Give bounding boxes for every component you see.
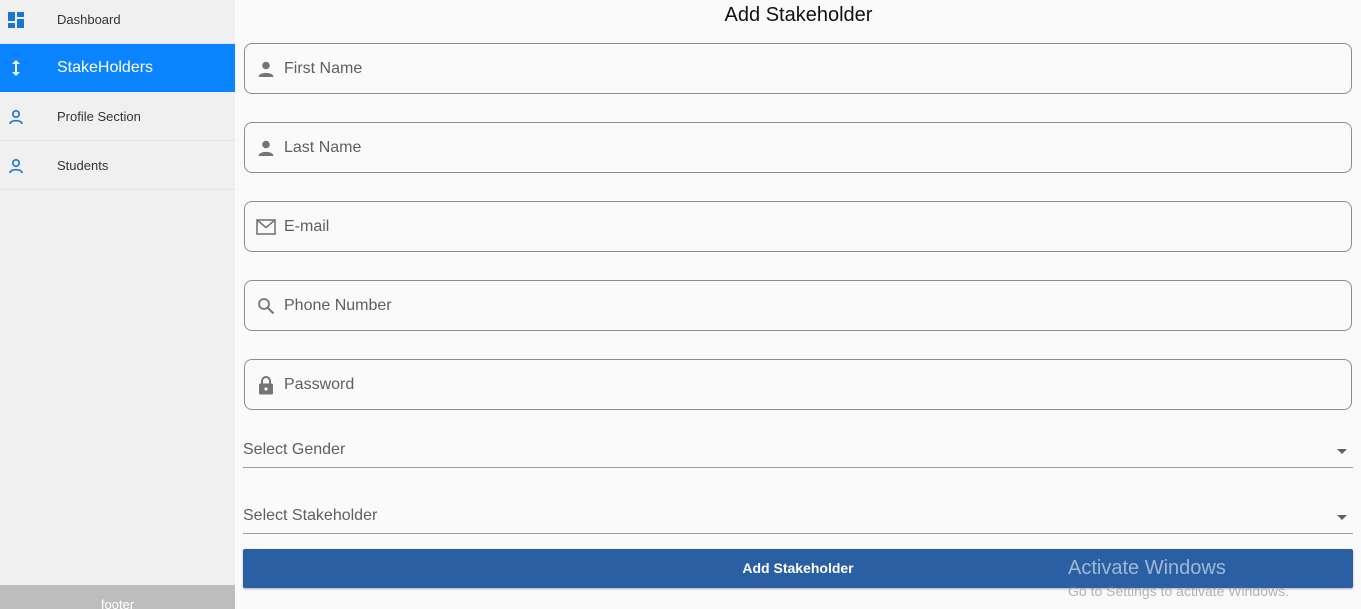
sidebar: Dashboard StakeHolders Profile Section S… bbox=[0, 0, 235, 609]
lock-icon bbox=[255, 374, 277, 396]
person-outline-icon bbox=[8, 154, 24, 178]
password-placeholder: Password bbox=[284, 376, 355, 393]
sidebar-item-label: StakeHolders bbox=[57, 59, 154, 76]
dashboard-icon bbox=[8, 8, 24, 32]
first-name-field[interactable]: First Name bbox=[244, 43, 1352, 94]
sidebar-item-students[interactable]: Students bbox=[0, 142, 235, 190]
sidebar-item-profile-section[interactable]: Profile Section bbox=[0, 93, 235, 141]
last-name-field[interactable]: Last Name bbox=[244, 122, 1352, 173]
phone-number-field[interactable]: Phone Number bbox=[244, 280, 1352, 331]
email-placeholder: E-mail bbox=[284, 218, 330, 235]
person-icon bbox=[255, 58, 277, 80]
person-icon bbox=[255, 137, 277, 159]
last-name-placeholder: Last Name bbox=[284, 139, 362, 156]
sidebar-item-label: Students bbox=[57, 158, 109, 173]
sidebar-item-stakeholders[interactable]: StakeHolders bbox=[0, 44, 235, 92]
person-outline-icon bbox=[8, 105, 24, 129]
select-gender-label: Select Gender bbox=[243, 441, 346, 458]
add-stakeholder-button[interactable]: Add Stakeholder bbox=[243, 549, 1353, 588]
sidebar-footer: footer bbox=[0, 585, 235, 609]
email-field[interactable]: E-mail bbox=[244, 201, 1352, 252]
mail-icon bbox=[255, 216, 277, 238]
phone-number-placeholder: Phone Number bbox=[284, 297, 392, 314]
page-title: Add Stakeholder bbox=[724, 4, 873, 26]
search-icon bbox=[255, 295, 277, 317]
password-field[interactable]: Password bbox=[244, 359, 1352, 410]
select-stakeholder-label: Select Stakeholder bbox=[243, 507, 378, 524]
sidebar-item-dashboard[interactable]: Dashboard bbox=[0, 0, 235, 44]
dropdown-arrow-icon bbox=[1337, 515, 1347, 520]
first-name-placeholder: First Name bbox=[284, 60, 363, 77]
select-stakeholder-dropdown[interactable]: Select Stakeholder bbox=[243, 505, 1353, 534]
dropdown-arrow-icon bbox=[1337, 449, 1347, 454]
select-gender-dropdown[interactable]: Select Gender bbox=[243, 439, 1353, 468]
sidebar-item-label: Dashboard bbox=[57, 12, 121, 27]
vertical-arrows-icon bbox=[8, 56, 24, 80]
sidebar-item-label: Profile Section bbox=[57, 109, 141, 124]
